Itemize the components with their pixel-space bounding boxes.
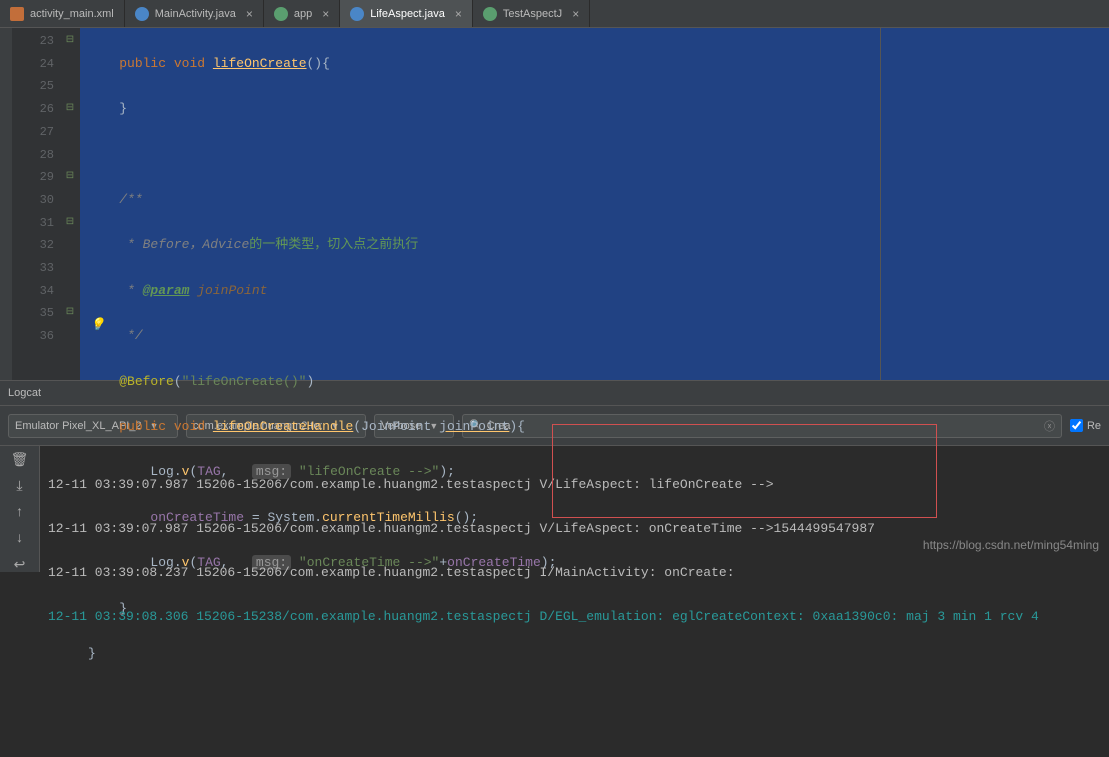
log-sidebar: 🗑 ⤓ ↑ ↓ ↩	[0, 446, 40, 572]
editor-tabs: activity_main.xml MainActivity.java × ap…	[0, 0, 1109, 28]
tab-label: app	[294, 8, 312, 20]
log-line: 12-11 03:39:08.306 15206-15238/com.examp…	[48, 606, 1101, 628]
fold-icon[interactable]: ⊟	[60, 166, 80, 189]
trash-icon[interactable]: 🗑	[11, 452, 29, 469]
tab-label: MainActivity.java	[155, 8, 236, 20]
fold-icon[interactable]: ⊟	[60, 30, 80, 53]
line-numbers: 232425 262728 293031 323334 3536	[12, 28, 60, 380]
log-line: 12-11 03:39:07.987 15206-15206/com.examp…	[48, 474, 1101, 496]
close-icon[interactable]: ×	[572, 7, 579, 21]
module-icon	[483, 7, 497, 21]
up-icon[interactable]: ↑	[15, 505, 23, 521]
tab-label: LifeAspect.java	[370, 8, 445, 20]
log-output[interactable]: 12-11 03:39:07.987 15206-15206/com.examp…	[40, 446, 1109, 572]
tab-activity-main[interactable]: activity_main.xml	[0, 0, 125, 27]
xml-icon	[10, 7, 24, 21]
tab-label: TestAspectJ	[503, 8, 562, 20]
tab-app[interactable]: app ×	[264, 0, 340, 27]
down-icon[interactable]: ↓	[15, 531, 23, 547]
editor-area: 232425 262728 293031 323334 3536 ⊟ ⊟ ⊟ ⊟…	[0, 28, 1109, 380]
close-icon[interactable]: ×	[322, 7, 329, 21]
gutter-icons: ⊟ ⊟ ⊟ ⊟ ⊟	[60, 28, 80, 380]
module-icon	[274, 7, 288, 21]
close-icon[interactable]: ×	[455, 7, 462, 21]
java-icon	[350, 7, 364, 21]
logcat-title: Logcat	[8, 387, 41, 399]
fold-icon[interactable]: ⊟	[60, 212, 80, 235]
scroll-end-icon[interactable]: ⤓	[16, 479, 22, 495]
right-margin	[880, 28, 881, 380]
tab-label: activity_main.xml	[30, 8, 114, 20]
log-line: 12-11 03:39:07.987 15206-15206/com.examp…	[48, 518, 1101, 540]
tab-mainactivity[interactable]: MainActivity.java ×	[125, 0, 264, 27]
log-body: 🗑 ⤓ ↑ ↓ ↩ 12-11 03:39:07.987 15206-15206…	[0, 446, 1109, 572]
fold-icon[interactable]: ⊟	[60, 98, 80, 121]
tab-lifeaspect[interactable]: LifeAspect.java ×	[340, 0, 473, 27]
intention-bulb-icon[interactable]: 💡	[90, 314, 105, 337]
log-line: 12-11 03:39:08.237 15206-15206/com.examp…	[48, 562, 1101, 584]
watermark: https://blog.csdn.net/ming54ming	[923, 538, 1099, 552]
java-icon	[135, 7, 149, 21]
code-editor[interactable]: public void lifeOnCreate(){ } /** * Befo…	[80, 28, 1109, 380]
fold-icon[interactable]: ⊟	[60, 302, 80, 325]
tab-testaspectj[interactable]: TestAspectJ ×	[473, 0, 590, 27]
close-icon[interactable]: ×	[246, 7, 253, 21]
tool-window-bar[interactable]	[0, 28, 12, 380]
wrap-icon[interactable]: ↩	[14, 557, 26, 574]
